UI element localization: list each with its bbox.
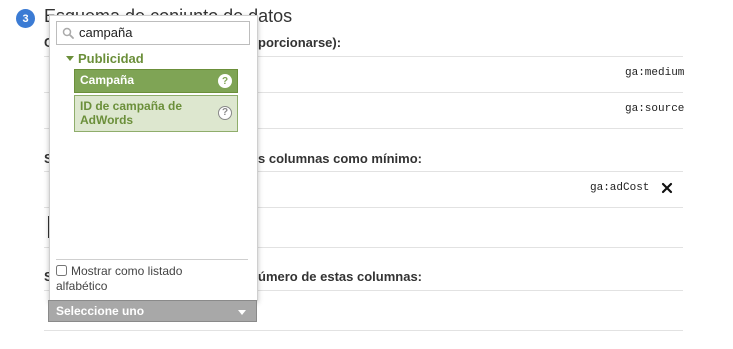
- column-key-medium: ga:medium: [625, 67, 685, 79]
- column-key-adcost: ga:adCost: [590, 182, 650, 194]
- min-columns-label: s columnas como mínimo:: [258, 151, 422, 166]
- option-label: Campaña: [80, 73, 135, 87]
- chevron-down-icon: [238, 310, 246, 315]
- search-icon: [62, 27, 74, 39]
- required-columns-label: porcionarse):: [258, 35, 342, 50]
- alphabetical-checkbox[interactable]: [56, 265, 67, 276]
- step-number-badge: 3: [16, 9, 35, 28]
- column-key-source: ga:source: [625, 103, 685, 115]
- expand-triangle-icon: [66, 56, 74, 61]
- divider: [56, 259, 248, 260]
- option-adwords-campaign-id[interactable]: ID de campaña de AdWords ?: [74, 95, 238, 132]
- select-one-dropdown[interactable]: Seleccione uno: [48, 300, 257, 322]
- alphabetical-label: Mostrar como listado alfabético: [56, 264, 183, 293]
- option-campana[interactable]: Campaña ?: [74, 69, 238, 93]
- option-label: ID de campaña de AdWords: [80, 99, 183, 127]
- help-icon[interactable]: ?: [218, 74, 232, 88]
- select-label: Seleccione uno: [56, 304, 145, 318]
- group-publicidad[interactable]: Publicidad: [66, 51, 144, 66]
- search-input[interactable]: [79, 24, 244, 41]
- group-label: Publicidad: [78, 51, 144, 66]
- any-columns-label: úmero de estas columnas:: [258, 269, 422, 284]
- remove-icon[interactable]: [660, 181, 674, 195]
- alphabetical-toggle[interactable]: Mostrar como listado alfabético: [56, 264, 206, 294]
- column-picker-dropdown: Publicidad Campaña ? ID de campaña de Ad…: [49, 15, 258, 301]
- help-icon[interactable]: ?: [218, 106, 232, 120]
- search-field[interactable]: [56, 21, 250, 45]
- divider: [44, 330, 683, 331]
